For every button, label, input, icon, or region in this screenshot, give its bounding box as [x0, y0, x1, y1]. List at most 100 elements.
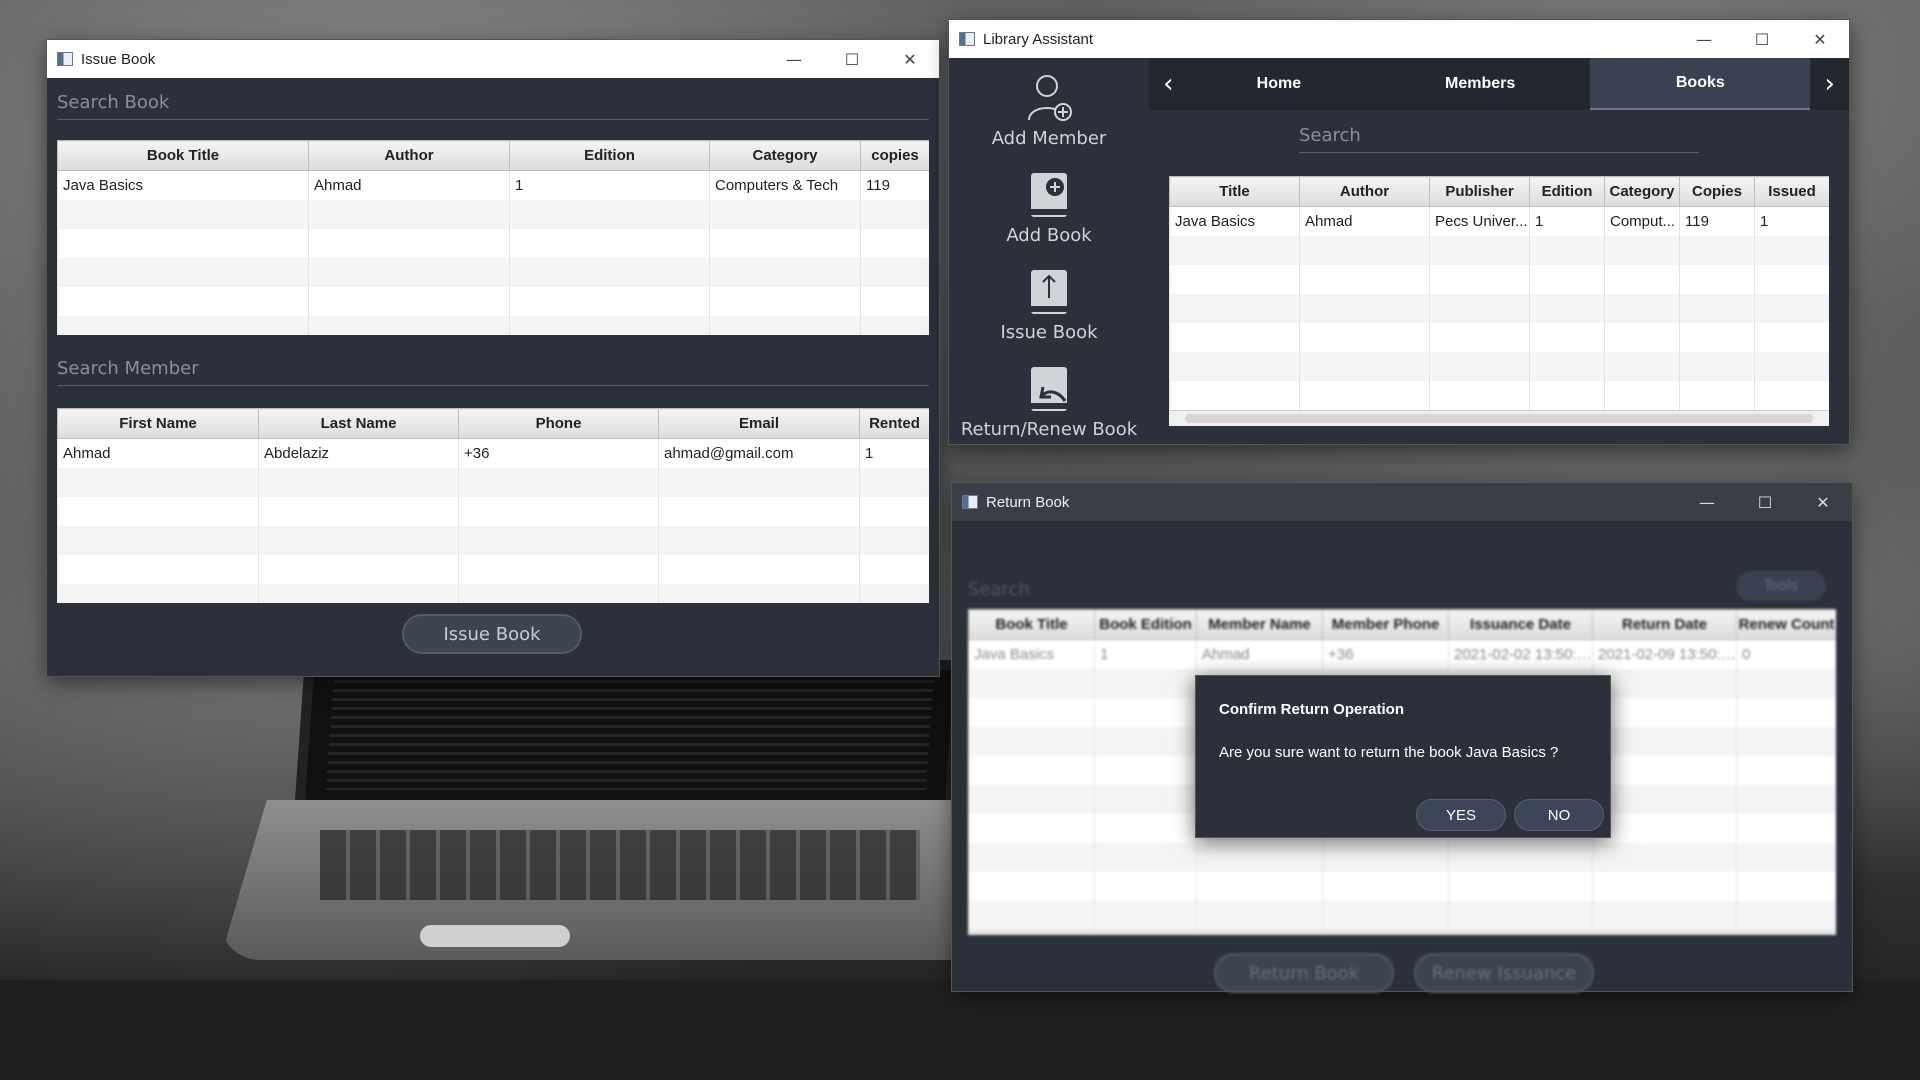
column-header[interactable]: First Name	[57, 408, 259, 439]
tab-home[interactable]: Home	[1188, 58, 1370, 110]
maximize-icon[interactable]: ☐	[1733, 20, 1791, 58]
table-row[interactable]	[57, 199, 929, 229]
sidebar-item-issue-book[interactable]: Issue Book	[949, 252, 1149, 349]
table-cell	[1604, 380, 1680, 410]
sidebar-item-add-book[interactable]: Add Book	[949, 155, 1149, 252]
add-book-icon	[1031, 173, 1067, 217]
tab-members[interactable]: Members	[1370, 58, 1590, 110]
return-search-input[interactable]: Search	[968, 579, 1030, 600]
renew-issuance-button[interactable]: Renew Issuance	[1414, 953, 1594, 993]
maximize-icon[interactable]: ☐	[1736, 483, 1794, 521]
member-table[interactable]: First Name Last Name Phone Email Rented Ahma…	[57, 408, 929, 603]
return-book-button[interactable]: Return Book	[1214, 953, 1394, 993]
book-table[interactable]: Book Title Author Edition Category copies Ja…	[57, 140, 929, 335]
books-search-input[interactable]: Search	[1299, 125, 1699, 153]
table-cell	[1592, 871, 1737, 901]
column-header[interactable]: Phone	[458, 408, 659, 439]
table-row[interactable]	[1169, 264, 1829, 294]
column-header[interactable]: Edition	[509, 140, 710, 171]
column-header[interactable]: Renew Count	[1736, 609, 1836, 640]
column-header[interactable]: Return Date	[1592, 609, 1737, 640]
table-row[interactable]	[968, 900, 1836, 930]
sidebar-item-return-book[interactable]: Return/Renew Book	[949, 349, 1149, 446]
table-row[interactable]	[1169, 293, 1829, 323]
table-cell	[1529, 235, 1605, 265]
column-header[interactable]: Title	[1169, 176, 1300, 207]
column-header[interactable]: Book Title	[57, 140, 309, 171]
column-header[interactable]: Email	[658, 408, 860, 439]
table-row[interactable]	[968, 842, 1836, 872]
column-header[interactable]: Edition	[1529, 176, 1605, 207]
minimize-icon[interactable]: —	[765, 40, 823, 78]
window-title: Return Book	[986, 493, 1070, 511]
table-cell	[1529, 351, 1605, 381]
column-header[interactable]: Book Title	[968, 609, 1095, 640]
sidebar-item-label: Return/Renew Book	[960, 419, 1138, 440]
search-book-input[interactable]: Search Book	[57, 82, 929, 120]
table-cell: 0	[1736, 639, 1836, 669]
table-row[interactable]	[57, 228, 929, 258]
table-row[interactable]	[57, 286, 929, 316]
table-row[interactable]: Java Basics Ahmad Pecs Univer... 1 Comput...…	[1169, 206, 1829, 236]
tab-books[interactable]: Books	[1590, 58, 1811, 110]
chevron-left-icon[interactable]: ‹	[1149, 58, 1188, 110]
close-icon[interactable]: ✕	[881, 40, 939, 78]
sidebar-item-add-member[interactable]: Add Member	[949, 58, 1149, 155]
table-row[interactable]	[1169, 351, 1829, 381]
table-row[interactable]	[57, 525, 929, 555]
issue-book-button[interactable]: Issue Book	[402, 614, 582, 654]
table-row[interactable]	[57, 315, 929, 335]
column-header[interactable]: Publisher	[1429, 176, 1530, 207]
library-assistant-window: Library Assistant — ☐ ✕ Add Member Add B…	[949, 20, 1849, 444]
column-header[interactable]: Last Name	[258, 408, 459, 439]
horizontal-scrollbar[interactable]	[1169, 410, 1829, 426]
column-header[interactable]: Category	[1604, 176, 1680, 207]
column-header[interactable]: Member Phone	[1322, 609, 1449, 640]
app-icon	[962, 495, 978, 509]
tools-button[interactable]: Tools	[1736, 571, 1826, 601]
table-cell: Abdelaziz	[258, 438, 459, 468]
table-row[interactable]	[1169, 235, 1829, 265]
minimize-icon[interactable]: —	[1675, 20, 1733, 58]
chevron-right-icon[interactable]: ›	[1810, 58, 1849, 110]
column-header[interactable]: Issuance Date	[1448, 609, 1593, 640]
table-row[interactable]	[57, 554, 929, 584]
sidebar-item-label: Add Book	[1006, 225, 1092, 246]
table-row[interactable]	[57, 467, 929, 497]
table-row[interactable]	[1169, 322, 1829, 352]
column-header[interactable]: Category	[709, 140, 861, 171]
table-row[interactable]: Ahmad Abdelaziz +36 ahmad@gmail.com 1	[57, 438, 929, 468]
column-header[interactable]: Copies	[1679, 176, 1755, 207]
close-icon[interactable]: ✕	[1794, 483, 1852, 521]
table-cell	[1754, 351, 1829, 381]
app-icon	[57, 52, 73, 66]
table-cell	[968, 813, 1095, 843]
books-table[interactable]: Title Author Publisher Edition Category Copie…	[1169, 176, 1829, 426]
table-row[interactable]: Java Basics Ahmad 1 Computers & Tech 119	[57, 170, 929, 200]
table-row[interactable]	[57, 257, 929, 287]
table-row[interactable]	[1169, 380, 1829, 410]
table-row[interactable]	[57, 583, 929, 603]
column-header[interactable]: Issued	[1754, 176, 1829, 207]
table-cell: 2021-02-09 13:50:31	[1592, 639, 1737, 669]
column-header[interactable]: Book Edition	[1094, 609, 1197, 640]
table-cell	[968, 755, 1095, 785]
table-cell	[258, 525, 459, 555]
column-header[interactable]: Rented	[859, 408, 929, 439]
table-cell	[859, 467, 929, 497]
minimize-icon[interactable]: —	[1678, 483, 1736, 521]
close-icon[interactable]: ✕	[1791, 20, 1849, 58]
table-row[interactable]	[968, 871, 1836, 901]
search-member-input[interactable]: Search Member	[57, 348, 929, 386]
column-header[interactable]: Author	[1299, 176, 1430, 207]
table-cell	[968, 900, 1095, 930]
maximize-icon[interactable]: ☐	[823, 40, 881, 78]
no-button[interactable]: NO	[1514, 799, 1604, 831]
column-header[interactable]: Author	[308, 140, 510, 171]
table-row[interactable]	[57, 496, 929, 526]
column-header[interactable]: copies	[860, 140, 929, 171]
column-header[interactable]: Member Name	[1196, 609, 1323, 640]
table-row[interactable]: Java Basics 1 Ahmad +36 2021-02-02 13:50:31 2…	[968, 639, 1836, 669]
yes-button[interactable]: YES	[1416, 799, 1506, 831]
table-cell	[1196, 900, 1323, 930]
